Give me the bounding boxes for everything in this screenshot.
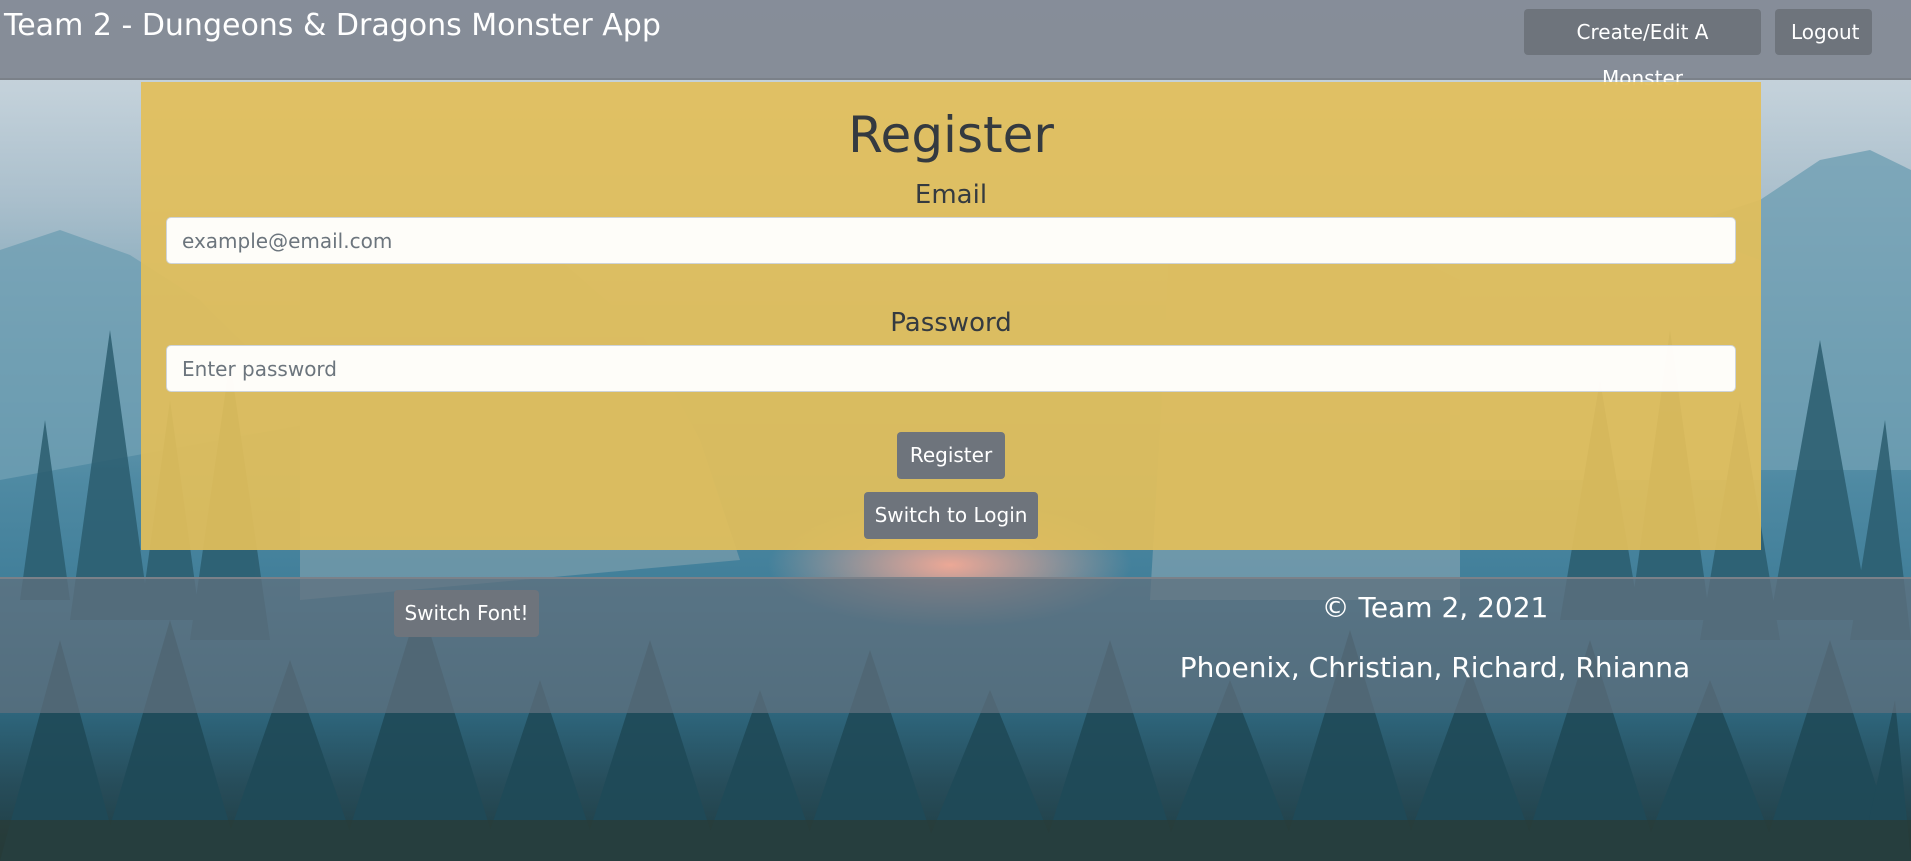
switch-font-button[interactable]: Switch Font!: [394, 590, 539, 637]
email-field[interactable]: [166, 217, 1736, 264]
logout-button[interactable]: Logout: [1775, 9, 1872, 55]
copyright-text: © Team 2, 2021: [1321, 591, 1549, 624]
register-heading: Register: [848, 106, 1054, 164]
top-navbar: Team 2 - Dungeons & Dragons Monster App …: [0, 0, 1911, 90]
password-field[interactable]: [166, 345, 1736, 392]
credits-text: Phoenix, Christian, Richard, Rhianna: [1179, 651, 1691, 684]
footer: Switch Font! © Team 2, 2021 Phoenix, Chr…: [0, 577, 1911, 713]
email-label: Email: [914, 180, 988, 210]
create-edit-monster-button[interactable]: Create/Edit A Monster: [1524, 9, 1761, 90]
password-label: Password: [890, 308, 1012, 338]
register-button[interactable]: Register: [897, 432, 1005, 479]
app-title: Team 2 - Dungeons & Dragons Monster App: [4, 8, 661, 43]
switch-to-login-button[interactable]: Switch to Login: [864, 492, 1038, 539]
register-panel: Register Email Password Register Switch …: [141, 82, 1761, 550]
